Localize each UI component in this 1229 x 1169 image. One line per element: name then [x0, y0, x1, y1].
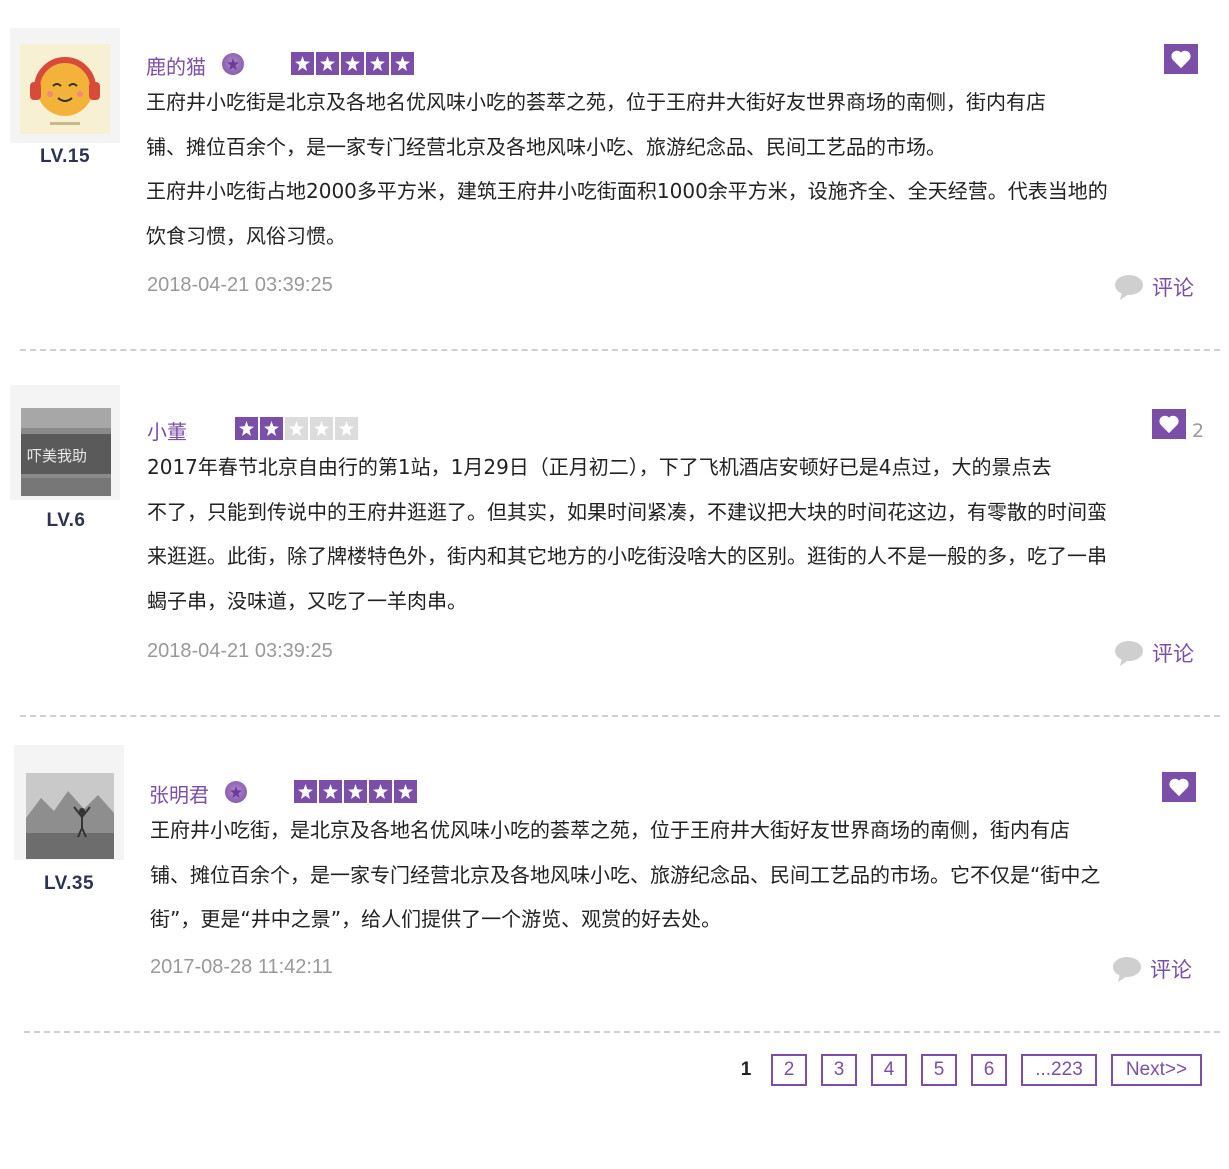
cartoon-avatar-image: [20, 44, 110, 134]
user-level: LV.6: [46, 510, 86, 531]
star-icon: [285, 417, 308, 440]
vip-badge-icon: [222, 53, 244, 75]
username[interactable]: 张明君: [149, 779, 209, 808]
divider: [20, 349, 1220, 351]
rating-stars: [294, 780, 417, 803]
page-link-5[interactable]: 5: [921, 1054, 957, 1086]
star-icon: [319, 780, 342, 803]
storefront-avatar-image: 吓美我助: [21, 408, 111, 496]
divider: [20, 715, 1220, 717]
review-line: 2017年春节北京自由行的第1站，1月29日（正月初二），下了飞机酒店安顿好已是…: [147, 455, 1052, 479]
speech-bubble-icon: [1115, 275, 1143, 300]
vip-badge-icon: [225, 781, 247, 803]
user-level: LV.15: [39, 146, 91, 167]
heart-icon: [1159, 415, 1179, 434]
star-icon: [260, 417, 283, 440]
review-line: 王府井小吃街，是北京及各地名优风味小吃的荟萃之苑，位于王府井大街好友世界商场的南…: [150, 818, 1070, 842]
avatar-frame: 吓美我助: [10, 385, 120, 500]
review-line: 饮食习惯，风俗习惯。: [146, 223, 346, 248]
review-timestamp: 2018-04-21 03:39:25: [147, 274, 333, 296]
review-timestamp: 2018-04-21 03:39:25: [147, 640, 333, 662]
heart-icon: [1171, 50, 1191, 69]
like-button[interactable]: [1152, 409, 1186, 439]
comment-label: 评论: [1152, 642, 1194, 666]
review-content: 王府井小吃街，是北京及各地名优风味小吃的荟萃之苑，位于王府井大街好友世界商场的南…: [150, 808, 1100, 942]
next-page-button[interactable]: Next>>: [1111, 1054, 1202, 1086]
like-button[interactable]: [1164, 44, 1198, 74]
avatar-frame: [10, 28, 120, 143]
star-icon: [335, 417, 358, 440]
username[interactable]: 小董: [147, 416, 187, 445]
page-link-3[interactable]: 3: [821, 1054, 857, 1086]
divider: [24, 1031, 1220, 1033]
avatar[interactable]: [20, 44, 110, 134]
review-line: 蝎子串，没味道，又吃了一羊肉串。: [147, 588, 467, 613]
heart-icon: [1169, 778, 1189, 797]
page-link-last[interactable]: ...223: [1021, 1054, 1097, 1086]
page-link-4[interactable]: 4: [871, 1054, 907, 1086]
review-content: 王府井小吃街是北京及各地名优风味小吃的荟萃之苑，位于王府井大街好友世界商场的南侧…: [146, 80, 1108, 258]
avatar[interactable]: [26, 773, 114, 859]
avatar-frame: [14, 745, 124, 860]
comment-button[interactable]: 评论: [1114, 272, 1194, 302]
review-line: 不了，只能到传说中的王府井逛逛了。但其实，如果时间紧凑，不建议把大块的时间花这边…: [147, 499, 1107, 524]
review-line: 王府井小吃街占地2000多平方米，建筑王府井小吃街面积1000余平方米，设施齐全…: [146, 179, 1108, 203]
current-page: 1: [740, 1059, 752, 1080]
star-icon: [394, 780, 417, 803]
star-icon: [369, 780, 392, 803]
star-icon: [316, 52, 339, 75]
user-level: LV.35: [43, 873, 95, 894]
review-content: 2017年春节北京自由行的第1站，1月29日（正月初二），下了飞机酒店安顿好已是…: [147, 445, 1107, 623]
review-timestamp: 2017-08-28 11:42:11: [150, 956, 333, 978]
star-icon: [366, 52, 389, 75]
page-link-6[interactable]: 6: [971, 1054, 1007, 1086]
star-icon: [291, 52, 314, 75]
page-link-2[interactable]: 2: [771, 1054, 807, 1086]
speech-bubble-icon: [1115, 641, 1143, 666]
comment-button[interactable]: 评论: [1114, 638, 1194, 668]
star-icon: [294, 780, 317, 803]
svg-text:吓美我助: 吓美我助: [27, 447, 87, 465]
review-line: 王府井小吃街是北京及各地名优风味小吃的荟萃之苑，位于王府井大街好友世界商场的南侧…: [146, 90, 1046, 114]
review-line: 铺、摊位百余个，是一家专门经营北京及各地风味小吃、旅游纪念品、民间工艺品的市场。: [146, 134, 946, 159]
star-icon: [341, 52, 364, 75]
star-icon: [391, 52, 414, 75]
avatar[interactable]: 吓美我助: [21, 408, 111, 496]
like-count: 2: [1192, 420, 1205, 442]
rating-stars: [291, 52, 414, 75]
comment-label: 评论: [1150, 958, 1192, 982]
comment-label: 评论: [1152, 276, 1194, 300]
review-line: 街”，更是“井中之景”，给人们提供了一个游览、观赏的好去处。: [150, 907, 722, 931]
star-icon: [310, 417, 333, 440]
star-icon: [344, 780, 367, 803]
like-button[interactable]: [1162, 772, 1196, 802]
landscape-avatar-image: [26, 773, 114, 859]
review-line: 铺、摊位百余个，是一家专门经营北京及各地风味小吃、旅游纪念品、民间工艺品的市场。…: [150, 862, 1101, 887]
comment-button[interactable]: 评论: [1112, 954, 1192, 984]
speech-bubble-icon: [1113, 957, 1141, 982]
star-icon: [235, 417, 258, 440]
username[interactable]: 鹿的猫: [146, 51, 206, 80]
review-line: 来逛逛。此街，除了牌楼特色外，街内和其它地方的小吃街没啥大的区别。逛街的人不是一…: [147, 544, 1107, 568]
rating-stars: [235, 417, 358, 440]
pagination: 1 2 3 4 5 6 ...223 Next>>: [735, 1054, 1202, 1086]
